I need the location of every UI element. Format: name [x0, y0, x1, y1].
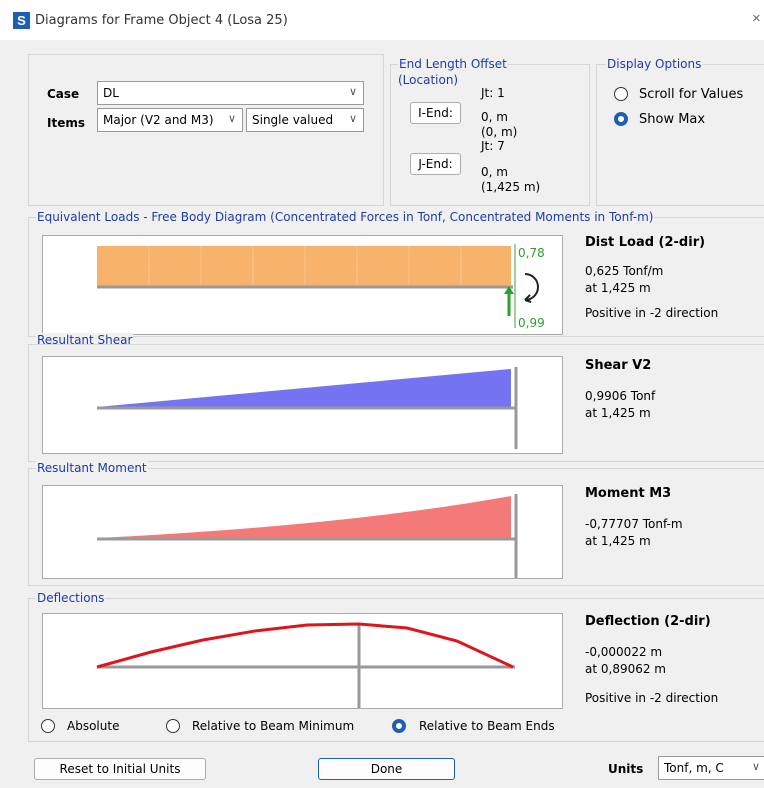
force-value-label: 0,99 — [518, 316, 545, 330]
show-max-label[interactable]: Show Max — [639, 112, 705, 127]
items-component-value: Major (V2 and M3) — [103, 113, 214, 127]
scroll-for-values-radio[interactable] — [614, 87, 628, 101]
case-label: Case — [47, 87, 80, 101]
display-options-group — [596, 64, 764, 206]
close-icon[interactable]: × — [752, 10, 764, 27]
free-body-diagram: 0,78 0,99 — [42, 235, 563, 335]
absolute-radio[interactable] — [41, 719, 55, 733]
free-body-svg — [97, 244, 539, 328]
shear-at: at 1,425 m — [585, 406, 651, 420]
j-end-value: 0, m — [481, 165, 508, 179]
shear-svg — [97, 367, 518, 449]
scroll-for-values-label[interactable]: Scroll for Values — [639, 87, 743, 102]
relative-ends-label[interactable]: Relative to Beam Ends — [419, 719, 555, 733]
dist-load-value: 0,625 Tonf/m — [585, 264, 664, 278]
relative-min-radio[interactable] — [166, 719, 180, 733]
deflection-svg — [96, 622, 515, 708]
items-label: Items — [47, 116, 85, 130]
moment-info: Moment M3 -0,77707 Tonf-m at 1,425 m — [585, 485, 683, 550]
deflection-curve — [96, 622, 514, 669]
deflection-value: -0,000022 m — [585, 645, 663, 659]
shear-title: Resultant Shear — [36, 333, 134, 344]
deflection-title: Deflections — [36, 591, 106, 605]
end-length-offset-title: End Length Offset — [398, 57, 508, 71]
case-value: DL — [103, 86, 119, 100]
dist-load-at: at 1,425 m — [585, 281, 651, 295]
i-end-value: 0, m — [481, 110, 508, 124]
end-length-offset-location: (Location) — [398, 73, 459, 87]
moment-diagram — [42, 485, 563, 579]
reset-units-button[interactable]: Reset to Initial Units — [34, 758, 206, 780]
shear-diagram — [42, 356, 563, 454]
show-max-radio[interactable] — [614, 112, 628, 126]
deflection-info: Deflection (2-dir) -0,000022 m at 0,8906… — [585, 613, 718, 707]
j-end-location: (1,425 m) — [481, 180, 541, 194]
case-select[interactable]: DL ∨ — [97, 81, 364, 105]
dist-load-fill — [97, 246, 511, 286]
sap-app-icon: S — [13, 12, 30, 29]
free-body-title: Equivalent Loads - Free Body Diagram (Co… — [36, 210, 655, 224]
relative-min-label[interactable]: Relative to Beam Minimum — [192, 719, 354, 733]
units-label: Units — [608, 762, 644, 776]
moment-fill — [97, 496, 511, 538]
moment-arrow — [524, 273, 539, 301]
items-component-select[interactable]: Major (V2 and M3) ∨ — [97, 108, 243, 132]
moment-value: -0,77707 Tonf-m — [585, 517, 683, 531]
dist-load-heading: Dist Load (2-dir) — [585, 235, 706, 250]
display-options-title: Display Options — [606, 57, 703, 71]
chevron-down-icon: ∨ — [348, 85, 357, 98]
absolute-label[interactable]: Absolute — [67, 719, 119, 733]
deflection-note: Positive in -2 direction — [585, 691, 719, 705]
moment-svg — [97, 494, 518, 578]
deflection-diagram — [42, 613, 563, 709]
relative-ends-radio[interactable] — [392, 719, 406, 733]
window-title: Diagrams for Frame Object 4 (Losa 25) — [35, 13, 288, 28]
moment-value-label: 0,78 — [518, 246, 545, 260]
shear-heading: Shear V2 — [585, 358, 652, 373]
i-end-button[interactable]: I-End: — [410, 102, 461, 124]
moment-heading: Moment M3 — [585, 486, 672, 501]
shear-value: 0,9906 Tonf — [585, 389, 656, 403]
done-button[interactable]: Done — [318, 758, 455, 780]
dist-load-note: Positive in -2 direction — [585, 306, 719, 320]
deflection-at: at 0,89062 m — [585, 662, 666, 676]
units-value: Tonf, m, C — [664, 761, 724, 775]
units-select[interactable]: Tonf, m, C ∨ — [658, 756, 764, 780]
moment-at: at 1,425 m — [585, 534, 651, 548]
shear-fill — [97, 369, 511, 407]
shear-info: Shear V2 0,9906 Tonf at 1,425 m — [585, 357, 655, 422]
deflection-heading: Deflection (2-dir) — [585, 614, 711, 629]
dist-load-info: Dist Load (2-dir) 0,625 Tonf/m at 1,425 … — [585, 234, 718, 322]
chevron-down-icon: ∨ — [348, 112, 357, 125]
chevron-down-icon: ∨ — [751, 760, 760, 773]
i-end-location: (0, m) — [481, 125, 518, 139]
chevron-down-icon: ∨ — [227, 112, 236, 125]
title-bar: S Diagrams for Frame Object 4 (Losa 25) … — [0, 0, 764, 40]
i-end-jt: Jt: 1 — [481, 86, 505, 100]
items-mode-value: Single valued — [252, 113, 334, 127]
j-end-button[interactable]: J-End: — [410, 153, 461, 175]
items-mode-select[interactable]: Single valued ∨ — [246, 108, 364, 132]
moment-title: Resultant Moment — [36, 461, 148, 475]
j-end-jt: Jt: 7 — [481, 139, 505, 153]
